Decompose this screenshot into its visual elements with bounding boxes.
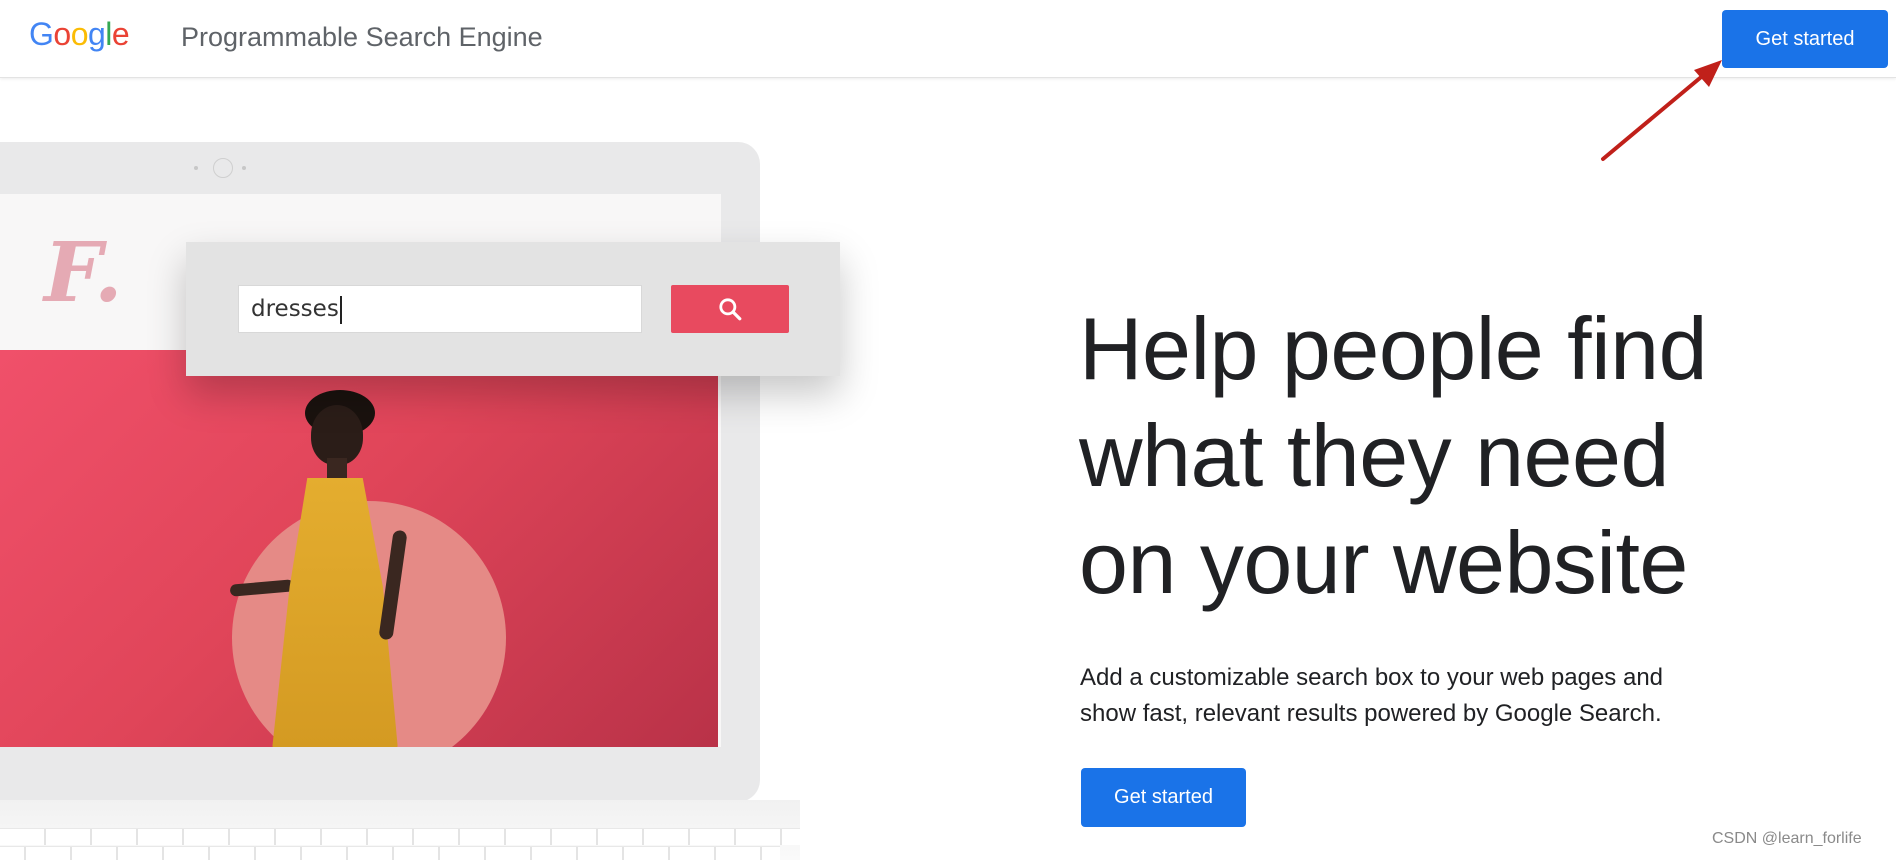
model-head (311, 405, 363, 465)
laptop-keyboard (0, 800, 800, 860)
keyboard-row (0, 846, 780, 860)
search-icon (719, 298, 742, 321)
demo-search-box: dresses (186, 242, 840, 376)
logo-letter: g (87, 16, 106, 52)
search-input-value: dresses (251, 296, 339, 322)
get-started-button-hero[interactable]: Get started (1081, 768, 1246, 827)
hero-description: Add a customizable search box to your we… (1080, 660, 1740, 732)
page: Google Programmable Search Engine Get st… (0, 0, 1896, 860)
description-line: Add a customizable search box to your we… (1080, 664, 1664, 691)
google-logo[interactable]: Google (29, 16, 130, 53)
brand-logo: F. (44, 225, 123, 321)
logo-letter: G (29, 16, 54, 52)
get-started-button-header[interactable]: Get started (1722, 10, 1888, 68)
laptop-camera (213, 158, 233, 178)
search-button[interactable] (671, 285, 789, 333)
watermark: CSDN @learn_forlife (1712, 830, 1862, 847)
hero-headline: Help people find what they need on your … (1079, 295, 1839, 616)
camera-dot (242, 166, 246, 170)
product-title: Programmable Search Engine (181, 22, 543, 52)
text-caret (339, 295, 342, 324)
headline-line: on your website (1079, 513, 1688, 612)
keyboard-row (0, 828, 800, 845)
logo-letter: e (111, 16, 130, 52)
top-bar: Google Programmable Search Engine Get st… (0, 0, 1896, 78)
logo-letter: o (70, 16, 89, 52)
description-line: show fast, relevant results powered by G… (1080, 700, 1662, 727)
headline-line: Help people find (1079, 299, 1708, 398)
logo-letter: o (53, 16, 71, 52)
logo-letter: l (105, 16, 112, 52)
fashion-photo (0, 350, 718, 747)
headline-line: what they need (1079, 406, 1669, 505)
camera-dot (194, 166, 198, 170)
search-input[interactable]: dresses (238, 285, 642, 333)
